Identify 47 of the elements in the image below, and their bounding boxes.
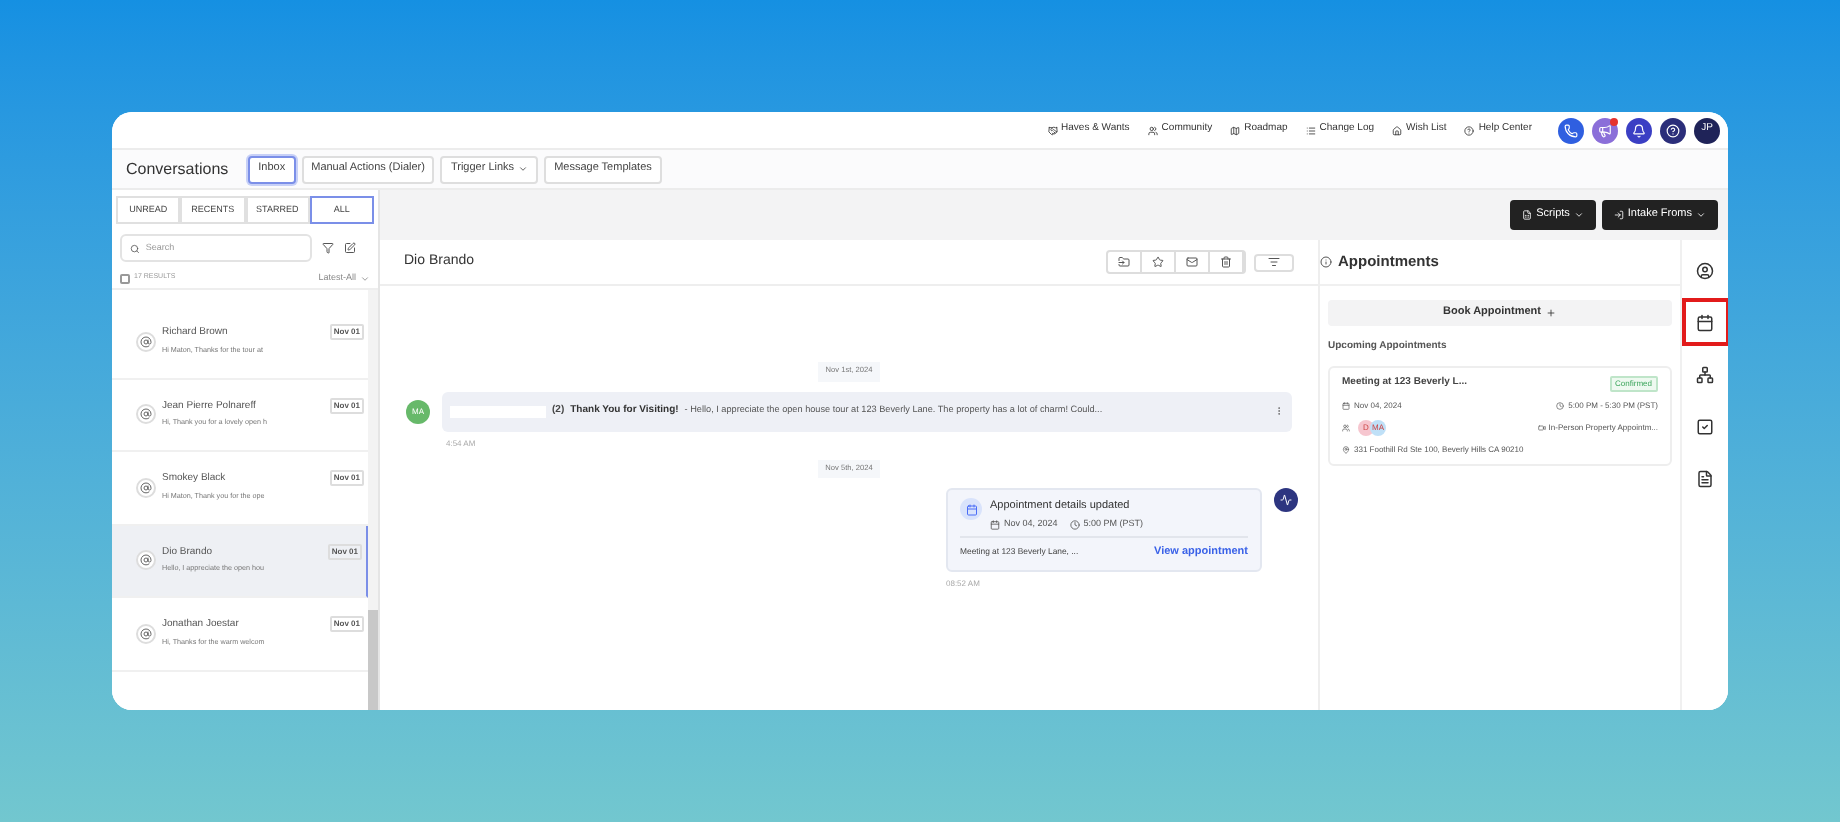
phone-icon <box>1564 123 1578 137</box>
mail-icon <box>1186 256 1198 268</box>
at-sign-avatar <box>136 550 156 571</box>
date-icon <box>1342 401 1350 409</box>
filter-icon <box>1268 256 1280 268</box>
phone-button[interactable] <box>1558 117 1584 143</box>
date-icon <box>990 519 1000 529</box>
caret-icon <box>1573 210 1584 220</box>
task-icon <box>1696 417 1714 435</box>
star-icon <box>1152 256 1164 268</box>
network-icon <box>1696 365 1714 383</box>
bell-icon <box>1632 123 1646 137</box>
meeting-type-icon <box>1538 423 1547 431</box>
search-icon <box>130 243 140 253</box>
page-title: Conversations <box>126 157 229 181</box>
user-icon <box>1696 261 1714 279</box>
clock-icon <box>1069 519 1080 529</box>
at-sign-avatar <box>136 331 156 352</box>
at-sign-avatar <box>136 623 156 644</box>
help-button[interactable] <box>1660 117 1686 143</box>
at-sign-avatar <box>136 477 156 498</box>
calendar-icon <box>960 498 982 521</box>
clock-icon <box>1556 401 1565 409</box>
info-icon <box>1320 256 1332 268</box>
attendees-icon <box>1342 423 1350 431</box>
at-sign-avatar <box>136 404 156 425</box>
megaphone-icon <box>1598 123 1612 137</box>
scrollbar[interactable] <box>368 290 378 710</box>
plus-icon <box>1546 308 1557 318</box>
folder-icon <box>1118 256 1130 268</box>
compose-icon[interactable] <box>344 242 356 254</box>
caret-icon <box>1696 210 1706 220</box>
spreadsheet-icon <box>1522 210 1533 220</box>
notifications-button[interactable] <box>1626 117 1652 143</box>
activity-avatar <box>1274 488 1298 513</box>
select-all-checkbox[interactable] <box>120 273 130 283</box>
location-icon <box>1342 445 1350 453</box>
trash-icon <box>1220 256 1232 268</box>
calendar-icon <box>1696 313 1714 331</box>
document-icon <box>1696 469 1714 487</box>
caret-icon <box>360 273 370 283</box>
question-icon <box>1666 123 1680 137</box>
caret-icon <box>518 164 529 174</box>
calendar-button[interactable] <box>1681 298 1728 346</box>
megaphone-button[interactable] <box>1592 117 1618 143</box>
filter-icon[interactable] <box>322 242 334 254</box>
login-icon <box>1613 210 1624 220</box>
